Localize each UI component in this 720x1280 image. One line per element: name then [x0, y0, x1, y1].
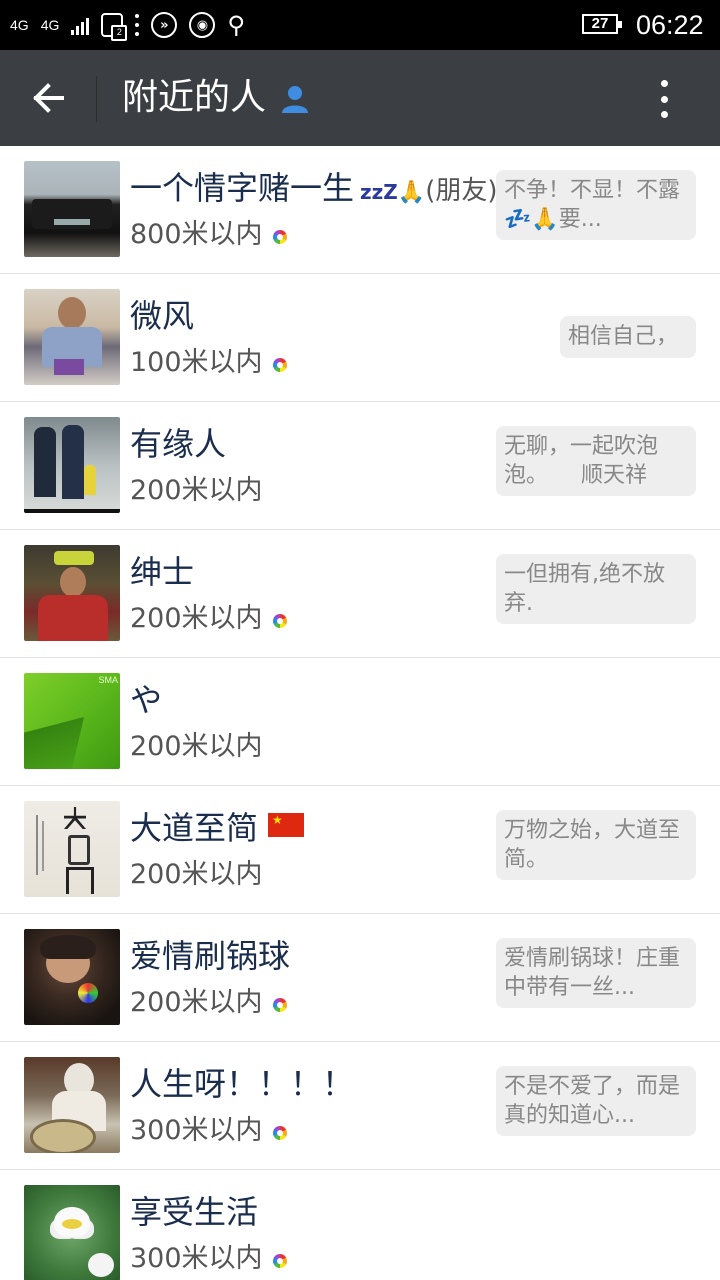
list-item[interactable]: 爱情刷锅球 200米以内 爱情刷锅球！庄重中带有一丝...	[0, 914, 720, 1042]
signature-bubble: 无聊，一起吹泡泡。 顺天祥	[496, 426, 696, 496]
person-name: 微风	[130, 297, 195, 335]
person-name: 享受生活	[130, 1193, 259, 1231]
distance: 200米以内	[130, 731, 263, 762]
distance: 200米以内	[130, 475, 263, 506]
color-wheel-icon	[272, 358, 287, 372]
china-flag-icon	[268, 813, 305, 837]
person-name: や	[130, 681, 163, 719]
avatar	[24, 1185, 120, 1280]
sleep-icon: zzZ	[360, 180, 398, 204]
distance: 300米以内	[130, 1242, 287, 1276]
avatar	[24, 289, 120, 385]
page-title: 附近的人	[122, 77, 267, 118]
avatar	[24, 1057, 120, 1153]
battery-icon: 27	[582, 14, 622, 34]
back-button[interactable]	[28, 78, 70, 118]
avatar: SMA	[24, 673, 120, 769]
person-icon	[282, 86, 308, 113]
usb-icon: ⚲	[227, 11, 245, 39]
more-menu-button[interactable]	[650, 76, 678, 122]
person-name: 大道至简	[130, 808, 305, 848]
network-type-2: 4G	[40, 17, 60, 33]
person-name: 绅士	[130, 553, 195, 591]
app-bar-divider	[96, 76, 97, 122]
list-item[interactable]: 微风 100米以内 相信自己，	[0, 274, 720, 402]
status-bar: 4G 4G 2 » ◉ ⚲ 27 06:22	[0, 0, 720, 50]
list-item[interactable]: SMA や 200米以内	[0, 658, 720, 786]
nearby-people-list: 一个情字赌一生 zzZ🙏(朋友) 800米以内 不争！不显！不露💤🙏要... 微风…	[0, 146, 720, 1280]
forward-notification-icon: »	[151, 12, 178, 38]
color-wheel-icon	[272, 1126, 287, 1140]
status-clock: 06:22	[636, 10, 704, 40]
pray-icon: 🙏	[397, 180, 426, 205]
signature-bubble: 一但拥有,绝不放弃.	[496, 554, 696, 624]
avatar	[24, 545, 120, 641]
person-name: 爱情刷锅球	[130, 937, 291, 975]
color-wheel-icon	[272, 614, 287, 628]
list-item[interactable]: 一个情字赌一生 zzZ🙏(朋友) 800米以内 不争！不显！不露💤🙏要...	[0, 146, 720, 274]
distance: 200米以内	[130, 986, 287, 1020]
network-type-1: 4G	[10, 17, 29, 33]
color-wheel-icon	[272, 998, 287, 1012]
color-wheel-icon	[272, 230, 287, 244]
avatar	[24, 161, 120, 257]
avatar	[24, 929, 120, 1025]
signature-bubble: 爱情刷锅球！庄重中带有一丝...	[496, 938, 696, 1008]
sim-notification-icon: 2	[101, 13, 128, 41]
list-item[interactable]: 有缘人 200米以内 无聊，一起吹泡泡。 顺天祥	[0, 402, 720, 530]
signature-bubble: 不争！不显！不露💤🙏要...	[496, 170, 696, 240]
signal-icon	[71, 15, 90, 35]
overflow-notification-icon	[135, 14, 140, 36]
list-item[interactable]: 大道至简 200米以内 万物之始，大道至简。	[0, 786, 720, 914]
app-bar: 附近的人	[0, 50, 720, 146]
distance: 800米以内	[130, 218, 287, 252]
list-item[interactable]: 绅士 200米以内 一但拥有,绝不放弃.	[0, 530, 720, 658]
distance: 200米以内	[130, 859, 263, 890]
more-vertical-icon	[660, 80, 668, 87]
signature-bubble: 不是不爱了，而是真的知道心...	[496, 1066, 696, 1136]
color-wheel-icon	[272, 1254, 287, 1268]
signature-bubble: 相信自己，	[560, 316, 696, 358]
arrow-left-icon	[33, 83, 64, 113]
distance: 200米以内	[130, 602, 287, 636]
avatar	[24, 801, 120, 897]
distance: 100米以内	[130, 346, 287, 380]
distance: 300米以内	[130, 1114, 287, 1148]
person-name: 一个情字赌一生 zzZ🙏(朋友)	[130, 169, 498, 207]
app-notification-icon: ◉	[189, 12, 216, 38]
person-name: 人生呀！！！！	[130, 1065, 355, 1103]
signature-bubble: 万物之始，大道至简。	[496, 810, 696, 880]
avatar	[24, 417, 120, 513]
list-item[interactable]: 人生呀！！！！ 300米以内 不是不爱了，而是真的知道心...	[0, 1042, 720, 1170]
list-item[interactable]: 享受生活 300米以内	[0, 1170, 720, 1280]
person-name: 有缘人	[130, 425, 227, 463]
